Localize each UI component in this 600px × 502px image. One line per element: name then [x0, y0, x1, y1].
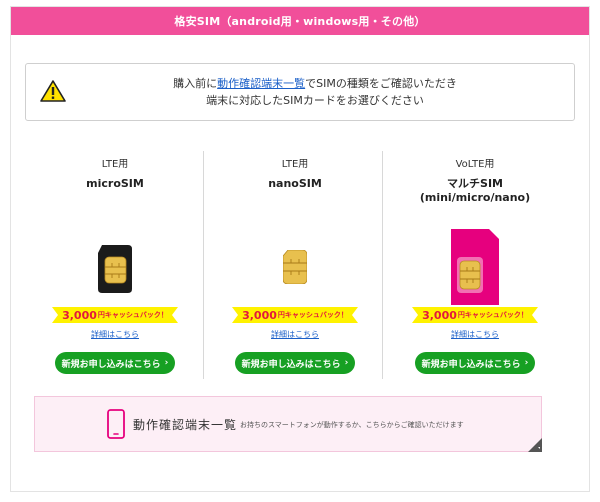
notice-line1-before: 購入前に [173, 77, 218, 90]
cashback-amount: 3,000 [422, 308, 457, 322]
chevron-right-icon: › [524, 358, 529, 368]
device-banner-subtitle: お持ちのスマートフォンが動作するか、こちらからご確認いただけます [240, 421, 464, 429]
notice-line1-after: でSIMの種類をご確認いただき [305, 77, 457, 90]
device-list-link[interactable]: 動作確認端末一覧 [217, 77, 305, 90]
product-title: マルチSIM (mini/micro/nano) [385, 177, 565, 205]
product-nanosim: LTE用 nanoSIM 3,000 円キャッシュバック！ 詳細はこちら 新規お申… [205, 145, 385, 381]
apply-button-nanosim[interactable]: 新規お申し込みはこちら › [235, 352, 355, 374]
product-multisim: VoLTE用 マルチSIM (mini/micro/nano) 3,000 円キャ… [385, 145, 565, 381]
notice-line2: 端末に対応したSIMカードをお選びください [206, 94, 424, 107]
detail-link[interactable]: 詳細はこちら [25, 329, 205, 340]
smartphone-icon [107, 409, 125, 439]
cashback-unit: 円キャッシュバック！ [457, 311, 528, 319]
product-label: LTE用 [101, 159, 129, 170]
product-title-line1: マルチSIM [447, 177, 503, 190]
multisim-card-image [451, 229, 499, 305]
chevron-right-icon: › [164, 358, 169, 368]
cashback-badge: 3,000 円キャッシュバック！ [52, 305, 178, 325]
apply-button-label: 新規お申し込みはこちら [421, 359, 521, 370]
cashback-amount: 3,000 [242, 308, 277, 322]
detail-link[interactable]: 詳細はこちら [385, 329, 565, 340]
product-title: nanoSIM [268, 177, 322, 190]
cashback-unit: 円キャッシュバック！ [277, 311, 348, 319]
cashback-amount: 3,000 [62, 308, 97, 322]
product-columns: LTE用 microSIM 3,000 円キャッシュバック！ 詳細はこちら 新規お… [25, 145, 575, 385]
cashback-unit: 円キャッシュバック！ [97, 311, 168, 319]
notice-text: 購入前に動作確認端末一覧でSIMの種類をご確認いただき 端末に対応したSIMカー… [26, 75, 574, 109]
section-header: 格安SIM（android用・windows用・その他） [11, 7, 589, 35]
product-microsim: LTE用 microSIM 3,000 円キャッシュバック！ 詳細はこちら 新規お… [25, 145, 205, 381]
apply-button-microsim[interactable]: 新規お申し込みはこちら › [55, 352, 175, 374]
apply-button-multisim[interactable]: 新規お申し込みはこちら › [415, 352, 535, 374]
apply-button-label: 新規お申し込みはこちら [241, 359, 341, 370]
purchase-notice: 購入前に動作確認端末一覧でSIMの種類をご確認いただき 端末に対応したSIMカー… [25, 63, 575, 121]
device-banner-title: 動作確認端末一覧 [133, 418, 238, 432]
product-title-line2: (mini/micro/nano) [419, 191, 531, 204]
product-label: LTE用 [281, 159, 309, 170]
microsim-card-image [98, 245, 132, 293]
product-title: microSIM [86, 177, 144, 190]
cashback-badge: 3,000 円キャッシュバック！ [232, 305, 358, 325]
section-title: 格安SIM（android用・windows用・その他） [174, 15, 426, 28]
detail-link[interactable]: 詳細はこちら [205, 329, 385, 340]
device-list-banner[interactable]: 動作確認端末一覧 お持ちのスマートフォンが動作するか、こちらからご確認いただけま… [34, 396, 542, 452]
cashback-badge: 3,000 円キャッシュバック！ [412, 305, 538, 325]
corner-arrow-icon [528, 438, 542, 452]
warning-icon [40, 80, 66, 102]
product-label: VoLTE用 [455, 159, 495, 170]
apply-button-label: 新規お申し込みはこちら [61, 359, 161, 370]
chevron-right-icon: › [344, 358, 349, 368]
nanosim-card-image [283, 250, 307, 284]
